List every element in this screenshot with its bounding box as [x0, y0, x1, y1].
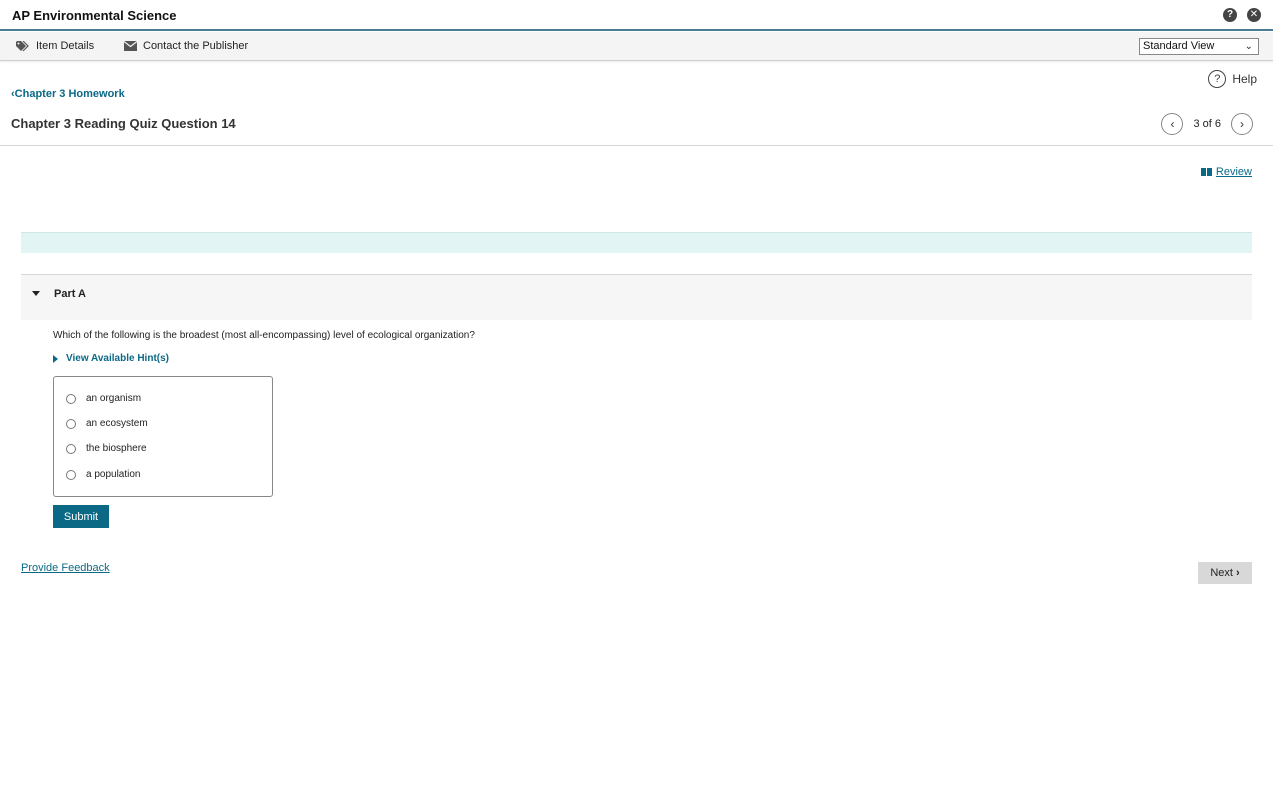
window-icons: ? ✕: [1223, 8, 1261, 22]
radio-button[interactable]: [66, 443, 76, 454]
choice-option[interactable]: an ecosystem: [66, 418, 148, 429]
item-details-label: Item Details: [36, 40, 95, 52]
chevron-right-icon: ›: [1240, 117, 1244, 131]
tag-icon: [16, 40, 29, 51]
choice-option[interactable]: an organism: [66, 393, 141, 404]
close-circle-icon[interactable]: ✕: [1247, 8, 1261, 22]
back-to-assignment-link[interactable]: ‹Chapter 3 Homework: [11, 88, 125, 100]
question-pager: ‹ 3 of 6 ›: [1161, 113, 1253, 135]
choice-label: an ecosystem: [86, 418, 148, 429]
provide-feedback-link[interactable]: Provide Feedback: [21, 562, 110, 574]
part-a-header[interactable]: Part A: [21, 274, 1252, 320]
next-question-button[interactable]: ›: [1231, 113, 1253, 135]
choice-label: the biosphere: [86, 443, 147, 454]
review-link[interactable]: Review: [1200, 166, 1252, 178]
page-title: Chapter 3 Reading Quiz Question 14: [11, 116, 236, 131]
back-link-label: Chapter 3 Homework: [14, 88, 125, 100]
next-button[interactable]: Next ›: [1198, 562, 1252, 584]
help-label: Help: [1232, 72, 1257, 86]
toolbar: Item Details Contact the Publisher Stand…: [0, 32, 1273, 61]
view-select-value: Standard View: [1143, 40, 1215, 52]
choice-option[interactable]: the biosphere: [66, 443, 147, 454]
radio-button[interactable]: [66, 393, 76, 404]
caret-down-icon: [32, 291, 40, 296]
radio-button[interactable]: [66, 469, 76, 480]
choice-label: an organism: [86, 393, 142, 404]
item-details-button[interactable]: Item Details: [16, 40, 94, 52]
header-divider: [0, 145, 1273, 146]
intro-banner: [21, 232, 1252, 253]
answer-choices: an organism an ecosystem the biosphere a…: [53, 376, 273, 497]
view-hints-link[interactable]: View Available Hint(s): [53, 353, 169, 364]
book-icon: [1200, 168, 1212, 176]
envelope-icon: [124, 41, 137, 51]
part-label: Part A: [54, 288, 86, 300]
chevron-left-icon: ‹: [1170, 117, 1175, 131]
review-label: Review: [1215, 166, 1252, 178]
chevron-right-icon: ›: [1235, 567, 1240, 579]
submit-button[interactable]: Submit: [53, 505, 109, 528]
view-select[interactable]: Standard View ⌄: [1139, 38, 1259, 55]
title-bar: AP Environmental Science ? ✕: [0, 0, 1273, 31]
choice-option[interactable]: a population: [66, 469, 141, 480]
chevron-down-icon: ⌄: [1244, 41, 1253, 52]
contact-publisher-button[interactable]: Contact the Publisher: [124, 40, 248, 52]
radio-button[interactable]: [66, 418, 76, 429]
contact-publisher-label: Contact the Publisher: [143, 40, 249, 52]
question-text: Which of the following is the broadest (…: [53, 330, 475, 341]
caret-right-icon: [53, 354, 58, 363]
choice-label: a population: [86, 469, 141, 480]
question-circle-icon[interactable]: ?: [1223, 8, 1237, 22]
help-icon: ?: [1208, 70, 1227, 88]
app-title: AP Environmental Science: [12, 8, 177, 23]
hint-link-label: View Available Hint(s): [66, 353, 169, 364]
question-position: 3 of 6: [1193, 118, 1221, 130]
previous-question-button[interactable]: ‹: [1161, 113, 1184, 135]
help-link[interactable]: ? Help: [1208, 70, 1257, 88]
next-label: Next: [1210, 567, 1233, 579]
